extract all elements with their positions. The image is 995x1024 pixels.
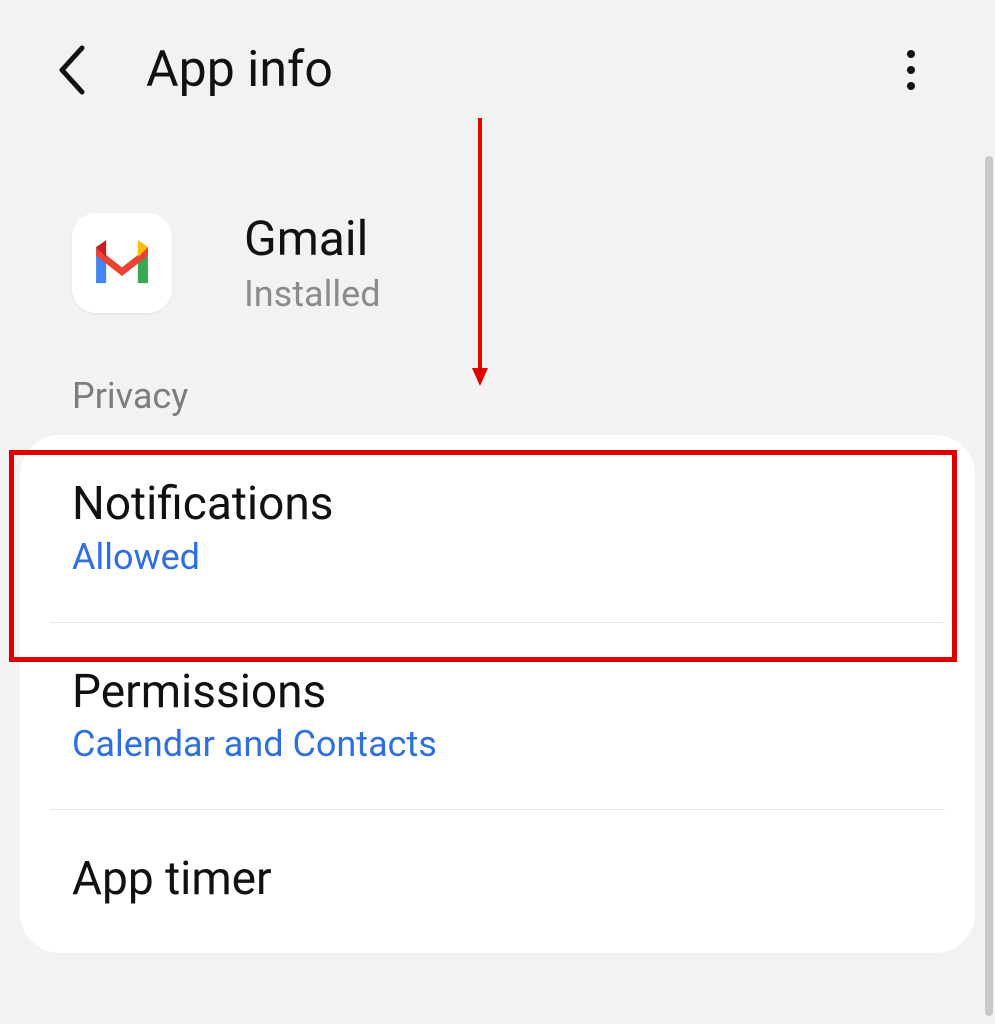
permissions-row[interactable]: Permissions Calendar and Contacts xyxy=(20,623,975,810)
privacy-card: Notifications Allowed Permissions Calend… xyxy=(20,435,975,953)
app-timer-row[interactable]: App timer xyxy=(20,810,975,949)
permissions-title: Permissions xyxy=(72,667,899,718)
more-options-button[interactable] xyxy=(891,40,931,100)
notifications-title: Notifications xyxy=(72,479,899,530)
app-info-screen: App info Gmail Installed Priva xyxy=(0,0,995,1024)
app-identity: Gmail Installed xyxy=(0,120,995,375)
header: App info xyxy=(0,0,995,120)
gmail-icon xyxy=(86,227,158,299)
app-text: Gmail Installed xyxy=(244,210,381,315)
app-status: Installed xyxy=(244,273,381,315)
privacy-section-label: Privacy xyxy=(0,375,995,435)
scrollbar[interactable] xyxy=(985,156,993,1016)
more-vertical-icon xyxy=(907,50,915,90)
chevron-left-icon xyxy=(56,44,86,96)
permissions-value: Calendar and Contacts xyxy=(72,723,899,765)
back-button[interactable] xyxy=(56,44,116,96)
app-timer-title: App timer xyxy=(72,854,899,905)
page-title: App info xyxy=(146,41,333,99)
notifications-value: Allowed xyxy=(72,536,899,578)
notifications-row[interactable]: Notifications Allowed xyxy=(20,435,975,622)
app-name: Gmail xyxy=(244,210,381,267)
gmail-app-icon xyxy=(72,213,172,313)
